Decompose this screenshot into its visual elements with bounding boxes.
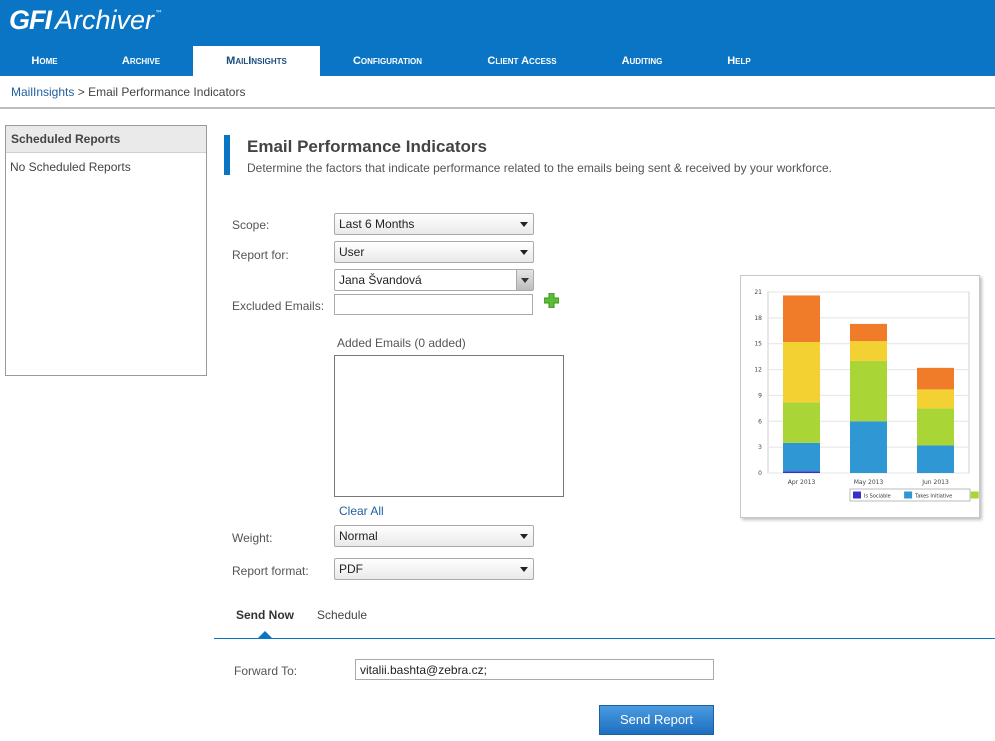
- logo-trademark: ™: [155, 9, 164, 18]
- clear-all-link[interactable]: Clear All: [339, 504, 384, 518]
- scheduled-reports-empty: No Scheduled Reports: [10, 160, 131, 174]
- report-for-select[interactable]: User: [334, 241, 534, 263]
- forward-to-input[interactable]: [355, 659, 714, 680]
- chevron-down-icon: [520, 567, 528, 572]
- bar-segment: [850, 360, 887, 422]
- stacked-bar-chart: 0 3 6 9 12 15 18 21 Apr 2013 May 2013 Jun 2013 Is S…: [754, 289, 979, 502]
- y-tick-label: 3: [758, 444, 762, 451]
- tabs-divider: [214, 638, 995, 639]
- user-value: Jana Švandová: [339, 273, 422, 287]
- bar-segment: [783, 471, 820, 473]
- report-format-select[interactable]: PDF: [334, 558, 534, 580]
- added-emails-list[interactable]: [334, 355, 564, 497]
- add-plus-icon[interactable]: [544, 293, 559, 308]
- bar-segment: [783, 341, 820, 403]
- excluded-emails-input[interactable]: [334, 294, 533, 315]
- y-tick-label: 21: [754, 289, 762, 296]
- breadcrumb: MailInsights > Email Performance Indicat…: [11, 85, 245, 99]
- main-nav: Home Archive MailInsights Configuration …: [0, 46, 995, 76]
- app-header: GFI Archiver™ Home Archive MailInsights C…: [0, 0, 995, 76]
- breadcrumb-separator: >: [77, 85, 85, 99]
- nav-client-access[interactable]: Client Access: [455, 46, 589, 76]
- bar-segment: [783, 442, 820, 472]
- nav-auditing[interactable]: Auditing: [589, 46, 695, 76]
- nav-archive[interactable]: Archive: [89, 46, 193, 76]
- nav-help[interactable]: Help: [695, 46, 783, 76]
- tab-schedule[interactable]: Schedule: [317, 608, 367, 622]
- report-for-label: Report for:: [232, 248, 289, 262]
- report-preview-chart: 0 3 6 9 12 15 18 21 Apr 2013 May 2013 Jun 2013 Is S…: [740, 275, 980, 518]
- y-tick-label: 9: [758, 392, 762, 399]
- y-tick-label: 0: [758, 470, 762, 477]
- scheduled-reports-title: Scheduled Reports: [6, 126, 206, 153]
- x-tick-label: May 2013: [854, 479, 884, 486]
- x-tick-label: Apr 2013: [788, 479, 816, 486]
- legend-swatch: [904, 491, 913, 499]
- chevron-down-icon: [520, 534, 528, 539]
- nav-mailinsights[interactable]: MailInsights: [193, 46, 320, 76]
- y-tick-label: 6: [758, 418, 762, 425]
- chevron-down-icon: [520, 222, 528, 227]
- bar-segment: [917, 408, 954, 446]
- excluded-emails-label: Excluded Emails:: [232, 299, 325, 313]
- y-tick-label: 12: [754, 367, 762, 374]
- bar-segment: [917, 445, 954, 473]
- bar-segment: [917, 367, 954, 390]
- logo-brand: GFI: [9, 5, 52, 35]
- header-divider: [0, 107, 995, 109]
- logo-product: Archiver: [55, 5, 155, 35]
- page-description: Determine the factors that indicate perf…: [247, 161, 832, 175]
- breadcrumb-link-mailinsights[interactable]: MailInsights: [11, 85, 74, 99]
- scope-select[interactable]: Last 6 Months: [334, 213, 534, 235]
- bar-segment: [783, 295, 820, 342]
- send-report-button[interactable]: Send Report: [599, 705, 714, 735]
- legend-swatch: [853, 491, 861, 499]
- tab-send-now[interactable]: Send Now: [236, 608, 294, 622]
- weight-select[interactable]: Normal: [334, 525, 534, 547]
- x-tick-label: Jun 2013: [921, 479, 949, 486]
- weight-label: Weight:: [232, 531, 273, 545]
- user-combobox[interactable]: Jana Švandová: [334, 269, 534, 291]
- scope-value: Last 6 Months: [339, 217, 415, 231]
- title-accent-bar: [224, 135, 230, 175]
- active-tab-indicator: [258, 631, 272, 638]
- nav-home[interactable]: Home: [0, 46, 89, 76]
- report-format-value: PDF: [339, 562, 363, 576]
- user-dropdown-button[interactable]: [516, 270, 533, 290]
- scope-label: Scope:: [232, 218, 270, 232]
- y-tick-label: 18: [754, 315, 762, 322]
- bar-segment: [850, 341, 887, 361]
- breadcrumb-current: Email Performance Indicators: [88, 85, 246, 99]
- legend-label: Is Sociable: [864, 494, 891, 500]
- gfi-archiver-logo[interactable]: GFI Archiver™: [9, 5, 163, 36]
- bar-segment: [783, 402, 820, 443]
- scheduled-reports-panel: Scheduled Reports No Scheduled Reports: [5, 125, 207, 376]
- page-title: Email Performance Indicators: [247, 137, 487, 156]
- bar-segment: [850, 421, 887, 473]
- legend-swatch: [970, 491, 979, 499]
- weight-value: Normal: [339, 529, 378, 543]
- nav-configuration[interactable]: Configuration: [320, 46, 455, 76]
- forward-to-label: Forward To:: [234, 664, 298, 678]
- y-tick-label: 15: [754, 341, 762, 348]
- chevron-down-icon: [520, 250, 528, 255]
- chevron-down-icon: [521, 278, 529, 283]
- report-format-label: Report format:: [232, 564, 309, 578]
- report-for-value: User: [339, 245, 365, 259]
- added-emails-label: Added Emails (0 added): [337, 336, 466, 350]
- bar-segment: [917, 389, 954, 409]
- legend-label: Takes Initiative: [914, 494, 952, 500]
- bar-segment: [850, 323, 887, 342]
